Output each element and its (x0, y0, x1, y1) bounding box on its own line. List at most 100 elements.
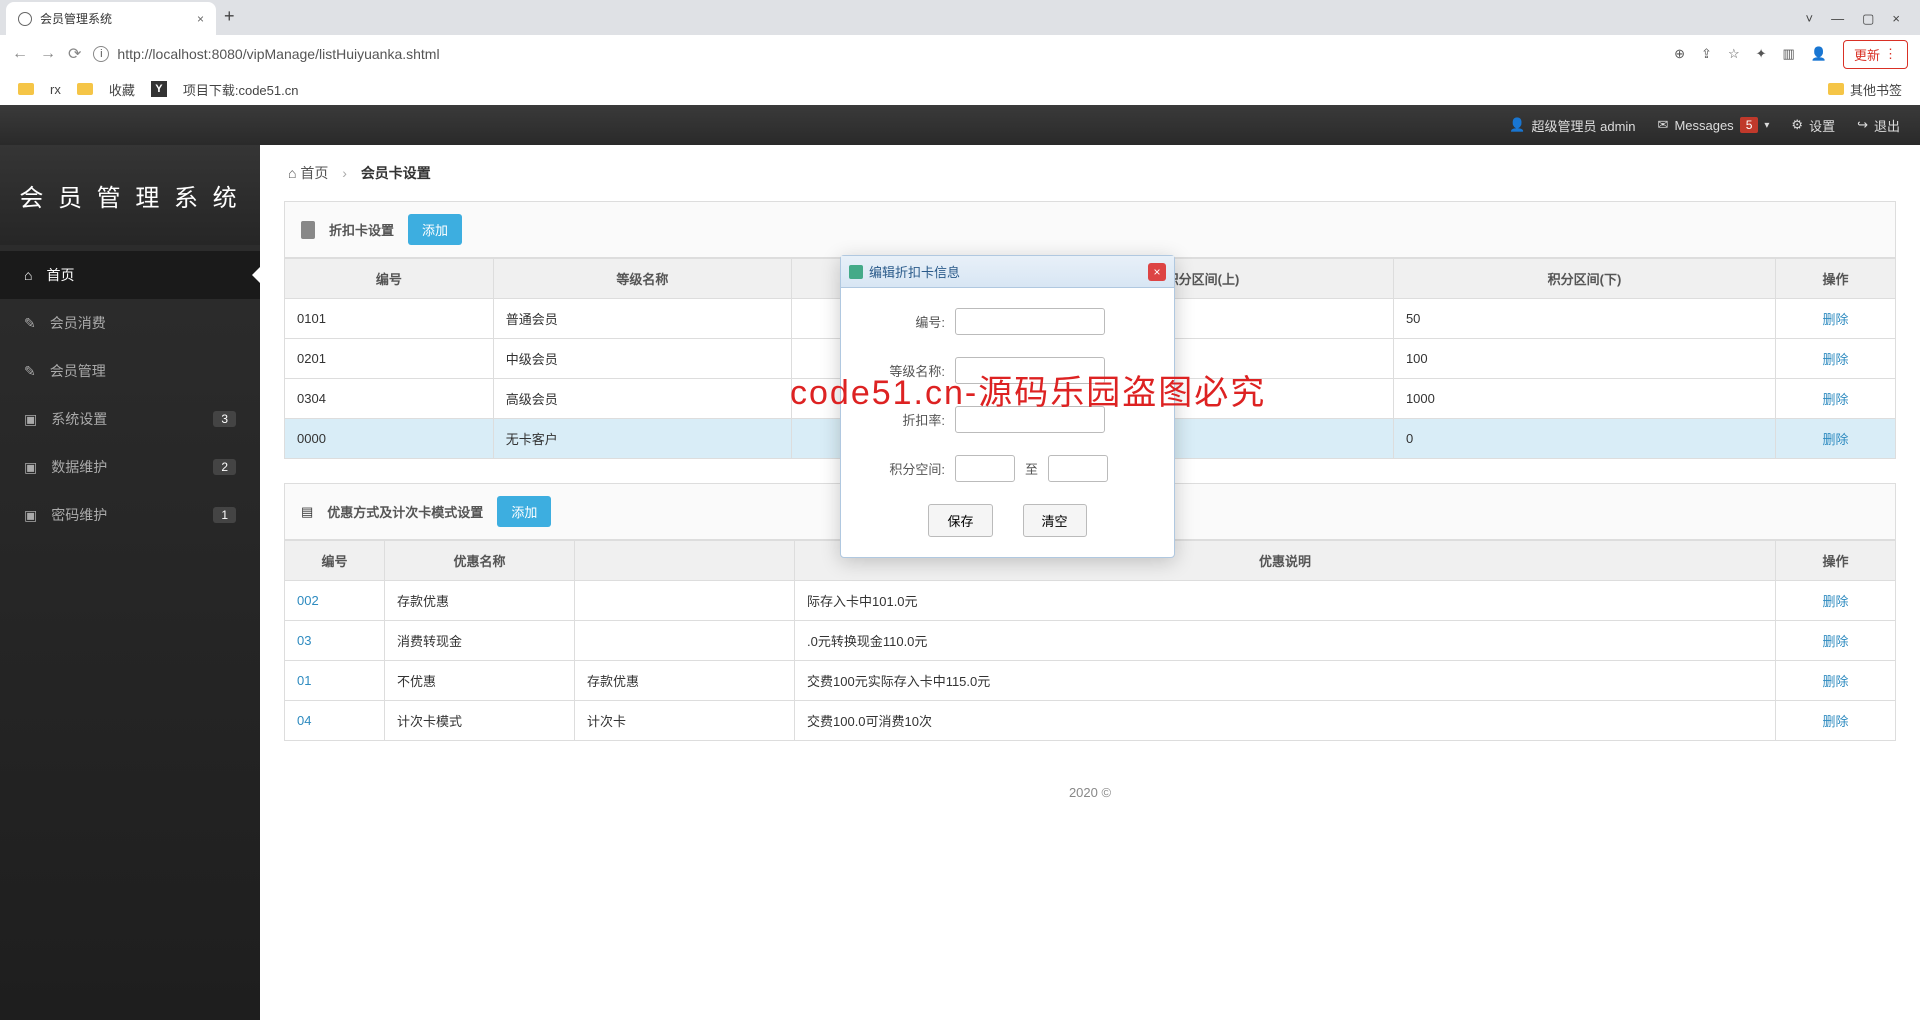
folder-icon (77, 83, 93, 95)
delete-link[interactable]: 删除 (1822, 432, 1848, 447)
globe-icon (18, 12, 32, 26)
clear-button[interactable]: 清空 (1023, 504, 1087, 537)
edit-dialog: 编辑折扣卡信息 × 编号: 等级名称: 折扣率: (840, 255, 1175, 558)
comment-icon: ▤ (301, 504, 313, 520)
delete-link[interactable]: 删除 (1822, 352, 1848, 367)
pencil-icon: ✎ (24, 315, 36, 332)
label-id: 编号: (865, 312, 945, 331)
bookmark-dl[interactable]: 项目下载:code51.cn (183, 80, 299, 99)
table-row[interactable]: 002存款优惠际存入卡中101.0元删除 (285, 581, 1896, 621)
promo-table: 编号 优惠名称 优惠说明 操作 002存款优惠际存入卡中101.0元删除03消费… (284, 540, 1896, 741)
table-row[interactable]: 01不优惠存款优惠交费100元实际存入卡中115.0元删除 (285, 661, 1896, 701)
home-icon: ⌂ (24, 267, 32, 283)
crumb-home[interactable]: 首页 (300, 165, 328, 181)
reload-icon[interactable]: ⟳ (68, 44, 81, 64)
nav-home[interactable]: ⌂ 首页 (0, 251, 260, 299)
add-discount-button[interactable]: 添加 (408, 214, 462, 245)
row-id-link[interactable]: 03 (297, 633, 311, 648)
sidepanel-icon[interactable]: ▥ (1783, 46, 1795, 62)
topbar-logout[interactable]: ↪ 退出 (1857, 116, 1900, 135)
box-icon: ▣ (24, 507, 37, 524)
panel-title: 折扣卡设置 (329, 220, 394, 239)
nav-system[interactable]: ▣ 系统设置 3 (0, 395, 260, 443)
close-dialog-icon[interactable]: × (1148, 263, 1166, 281)
content: ⌂ 首页 › 会员卡设置 折扣卡设置 添加 编号 等级名称 折扣率 积分区 (260, 145, 1920, 1020)
forward-icon[interactable]: → (40, 45, 56, 63)
site-info-icon[interactable]: i (93, 46, 109, 62)
logout-icon: ↪ (1857, 117, 1868, 133)
label-range: 积分空间: (865, 459, 945, 478)
document-icon (301, 221, 315, 239)
th-id: 编号 (285, 541, 385, 581)
bookmark-rx[interactable]: rx (50, 82, 61, 97)
sidebar: 会 员 管 理 系 统 ⌂ 首页 ✎ 会员消费 ✎ 会员管理 ▣ 系统设置 3 (0, 145, 260, 1020)
folder-icon (18, 83, 34, 95)
chevron-down-icon[interactable]: ˅ (1806, 11, 1814, 27)
topbar-messages[interactable]: ✉ Messages 5 ▾ (1658, 117, 1770, 133)
input-range-from[interactable] (955, 455, 1015, 482)
close-window-icon[interactable]: × (1892, 11, 1900, 27)
nav-password[interactable]: ▣ 密码维护 1 (0, 491, 260, 539)
row-id-link[interactable]: 002 (297, 593, 319, 608)
delete-link[interactable]: 删除 (1822, 312, 1848, 327)
bookmark-other[interactable]: 其他书签 (1850, 80, 1902, 99)
zoom-icon[interactable]: ⊕ (1674, 46, 1685, 62)
input-range-to[interactable] (1048, 455, 1108, 482)
dialog-titlebar[interactable]: 编辑折扣卡信息 × (841, 256, 1174, 288)
save-button[interactable]: 保存 (928, 504, 992, 537)
caret-down-icon: ▾ (1764, 120, 1769, 131)
mail-icon: ✉ (1658, 117, 1669, 133)
browser-tab[interactable]: 会员管理系统 × (6, 2, 216, 35)
row-id-link[interactable]: 04 (297, 713, 311, 728)
delete-link[interactable]: 删除 (1822, 634, 1848, 649)
box-icon: ▣ (24, 411, 37, 428)
topbar-user[interactable]: 👤 超级管理员 admin (1509, 116, 1635, 135)
user-icon: 👤 (1509, 117, 1525, 133)
address-bar-row: ← → ⟳ i http://localhost:8080/vipManage/… (0, 35, 1920, 73)
input-level[interactable] (955, 357, 1105, 384)
topbar: 👤 超级管理员 admin ✉ Messages 5 ▾ ⚙ 设置 ↪ 退出 (0, 105, 1920, 145)
browser-tabs: 会员管理系统 × + ˅ — ▢ × (0, 0, 1920, 35)
panel-title: 优惠方式及计次卡模式设置 (327, 502, 483, 521)
bookmark-star-icon[interactable]: ☆ (1728, 46, 1740, 62)
extensions-icon[interactable]: ✦ (1756, 46, 1767, 62)
table-row[interactable]: 04计次卡模式计次卡交费100.0可消费10次删除 (285, 701, 1896, 741)
label-level: 等级名称: (865, 361, 945, 380)
nav-data[interactable]: ▣ 数据维护 2 (0, 443, 260, 491)
new-tab-button[interactable]: + (216, 0, 243, 35)
delete-link[interactable]: 删除 (1822, 674, 1848, 689)
input-rate[interactable] (955, 406, 1105, 433)
th-op: 操作 (1776, 541, 1896, 581)
minimize-icon[interactable]: — (1831, 11, 1844, 27)
add-promo-button[interactable]: 添加 (497, 496, 551, 527)
nav-consume[interactable]: ✎ 会员消费 (0, 299, 260, 347)
update-button[interactable]: 更新⋮ (1843, 40, 1908, 69)
nav-manage[interactable]: ✎ 会员管理 (0, 347, 260, 395)
topbar-settings[interactable]: ⚙ 设置 (1791, 116, 1835, 135)
bookmark-fav[interactable]: 收藏 (109, 80, 135, 99)
delete-link[interactable]: 删除 (1822, 392, 1848, 407)
th-type (575, 541, 795, 581)
save-disk-icon (849, 265, 863, 279)
profile-icon[interactable]: 👤 (1811, 46, 1827, 62)
dialog-title: 编辑折扣卡信息 (869, 262, 960, 281)
footer: 2020 © (260, 765, 1920, 820)
folder-icon (1828, 83, 1844, 95)
close-tab-icon[interactable]: × (197, 12, 204, 26)
th-op: 操作 (1776, 259, 1896, 299)
home-icon: ⌂ (288, 165, 296, 181)
delete-link[interactable]: 删除 (1822, 714, 1848, 729)
box-icon: ▣ (24, 459, 37, 476)
label-rate: 折扣率: (865, 410, 945, 429)
url-bar[interactable]: i http://localhost:8080/vipManage/listHu… (93, 46, 1662, 62)
th-name: 优惠名称 (385, 541, 575, 581)
table-row[interactable]: 03消费转现金.0元转换现金110.0元删除 (285, 621, 1896, 661)
share-icon[interactable]: ⇪ (1701, 46, 1712, 62)
crumb-page: 会员卡设置 (361, 165, 431, 181)
maximize-icon[interactable]: ▢ (1862, 11, 1874, 27)
gear-icon: ⚙ (1791, 117, 1803, 133)
delete-link[interactable]: 删除 (1822, 594, 1848, 609)
input-id[interactable] (955, 308, 1105, 335)
back-icon[interactable]: ← (12, 45, 28, 63)
row-id-link[interactable]: 01 (297, 673, 311, 688)
